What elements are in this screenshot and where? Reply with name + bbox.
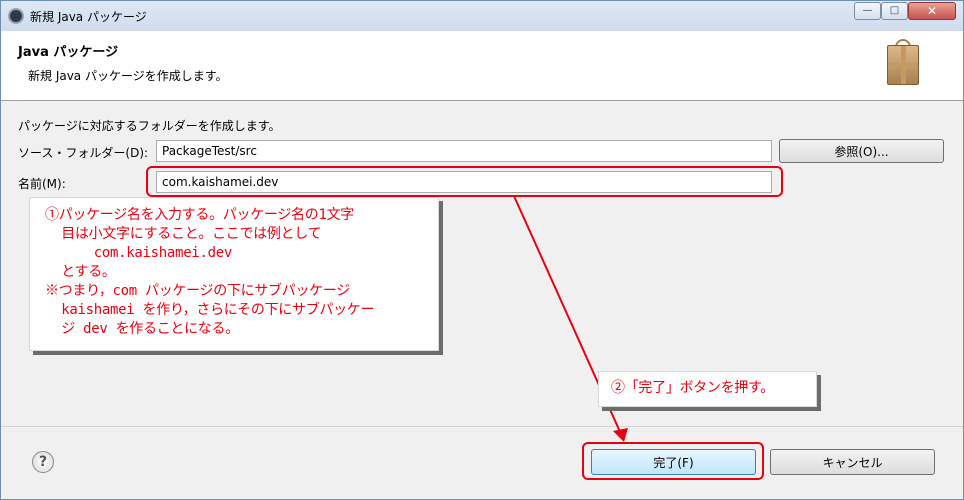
callout-line: ①パッケージ名を入力する。パッケージ名の1文字: [45, 207, 354, 223]
source-folder-input[interactable]: PackageTest/src: [156, 140, 772, 162]
footer-divider: [1, 426, 963, 427]
page-description: 新規 Java パッケージを作成します。: [28, 69, 228, 83]
callout-line: ジ dev を作ることになる。: [45, 321, 239, 337]
callout-line: com.kaishamei.dev: [45, 245, 233, 261]
instruction-callout-2: ②「完了」ボタンを押す。: [598, 371, 817, 407]
window-title: 新規 Java パッケージ: [30, 10, 147, 24]
browse-button[interactable]: 参照(O)...: [779, 139, 944, 163]
callout-line: ※つまり，com パッケージの下にサブパッケージ: [45, 283, 350, 299]
package-name-label: 名前(M):: [18, 177, 66, 191]
callout-line: 目は小文字にすること。ここでは例として: [45, 226, 322, 242]
title-bar: 新規 Java パッケージ — □ ✕: [1, 1, 963, 31]
callout-line: とする。: [45, 264, 116, 280]
maximize-button[interactable]: □: [881, 2, 908, 20]
help-icon[interactable]: ?: [32, 451, 54, 473]
finish-button-highlight: [582, 442, 764, 480]
eclipse-icon: [8, 8, 24, 24]
name-field-highlight: [146, 166, 783, 197]
source-folder-label: ソース・フォルダー(D):: [18, 146, 149, 160]
minimize-button[interactable]: —: [854, 2, 881, 20]
callout-line: ②「完了」ボタンを押す。: [611, 380, 774, 396]
package-icon: [887, 45, 919, 85]
cancel-button[interactable]: キャンセル: [770, 449, 935, 475]
wizard-header: Java パッケージ 新規 Java パッケージを作成します。: [1, 31, 963, 101]
callout-line: kaishamei を作り，さらにその下にサブパッケー: [45, 302, 375, 318]
instruction-callout-1: ①パッケージ名を入力する。パッケージ名の1文字 目は小文字にすること。ここでは例…: [29, 197, 439, 351]
info-text: パッケージに対応するフォルダーを作成します。: [18, 119, 281, 133]
page-title: Java パッケージ: [18, 45, 119, 60]
close-button[interactable]: ✕: [908, 2, 956, 20]
